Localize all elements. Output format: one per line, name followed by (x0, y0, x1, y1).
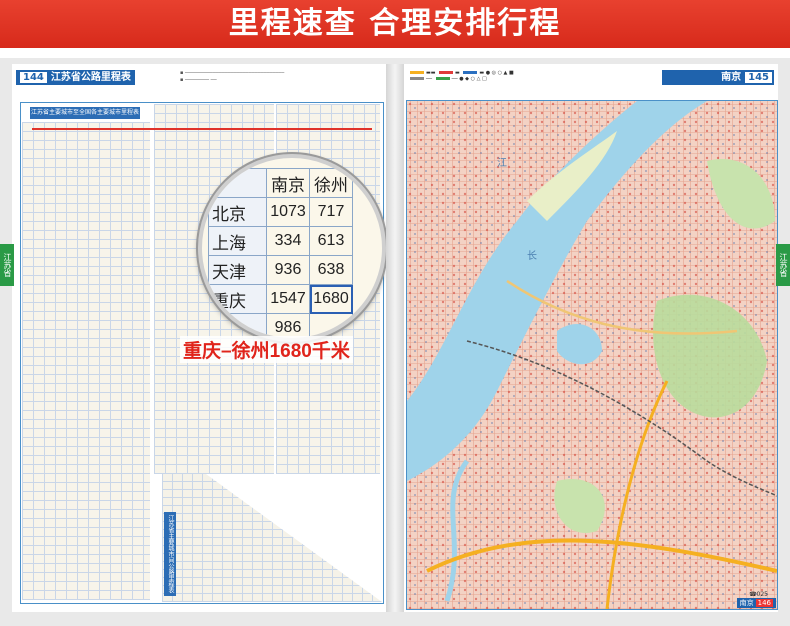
footer-page-number: 146 (755, 599, 773, 607)
map-legend: ▬▬ ▬ ▬ ● ◎ ○ ▲ ■ ── ── ● ◆ ○ △ □ (408, 70, 662, 94)
table-row: 北京 1073 717 (208, 197, 353, 227)
river-label: 江 (497, 157, 507, 169)
mileage-table-title: 江苏省主要城市至全国各主要城市里程表 (30, 107, 140, 119)
highlighted-distance-cell: 1680 (309, 284, 353, 314)
triangle-table-title: 江苏省主要城市间公路里程表 (164, 512, 176, 596)
highlight-row-line (32, 128, 372, 130)
corner-cell (208, 168, 267, 198)
right-page-title: 南京 (721, 72, 742, 83)
right-side-tab: 江苏省 (776, 244, 790, 286)
row-city: 重庆 (208, 284, 267, 314)
right-page: ▬▬ ▬ ▬ ● ◎ ○ ▲ ■ ── ── ● ◆ ○ △ □ 南京145 (404, 64, 778, 612)
distance-cell: 334 (266, 226, 310, 256)
row-city: 北京 (208, 197, 267, 227)
right-page-header: 南京 145 (662, 70, 774, 85)
magnifier: 南京 徐州 北京 1073 717 上海 334 613 天津 936 638 (198, 154, 386, 342)
column-header: 南京 (266, 168, 310, 198)
left-page-title: 江苏省公路里程表 (50, 72, 131, 83)
distance-cell: 936 (266, 255, 310, 285)
distance-cell: 717 (309, 197, 353, 227)
magnified-table: 南京 徐州 北京 1073 717 上海 334 613 天津 936 638 (208, 168, 353, 338)
right-page-number: 145 (745, 72, 772, 83)
river-label: 长 (527, 250, 537, 262)
city-map: 江 长 (406, 100, 778, 610)
promo-banner: 里程速查 合理安排行程 (0, 0, 790, 48)
notes: ▪ ───────────────────────────────── ▪ ───… (180, 70, 285, 83)
left-page: 144 江苏省公路里程表 ▪ ──────────────────────────… (12, 64, 386, 612)
footer-city: 南京 (739, 599, 754, 607)
table-row: 重庆 1547 1680 (208, 284, 353, 314)
table-row: 上海 334 613 (208, 226, 353, 256)
book-spine (386, 64, 404, 612)
left-page-number: 144 (20, 72, 47, 83)
distance-cell: 1073 (266, 197, 310, 227)
right-page-footer: 南京 146 (736, 598, 776, 608)
column-header: 徐州 (309, 168, 353, 198)
area-code: ☎025 (749, 591, 768, 598)
distance-cell: 1547 (266, 284, 310, 314)
left-page-header: 144 江苏省公路里程表 (16, 70, 135, 85)
mileage-grid-left (22, 122, 150, 600)
distance-cell: 638 (309, 255, 353, 285)
left-side-tab: 江苏省 (0, 244, 14, 286)
table-row: 天津 936 638 (208, 255, 353, 285)
row-city: 上海 (208, 226, 267, 256)
open-atlas: 144 江苏省公路里程表 ▪ ──────────────────────────… (0, 58, 790, 626)
row-city: 天津 (208, 255, 267, 285)
distance-cell: 613 (309, 226, 353, 256)
route-caption: 重庆–徐州1680千米 (180, 336, 353, 363)
map-graphic: 江 长 (407, 101, 777, 609)
